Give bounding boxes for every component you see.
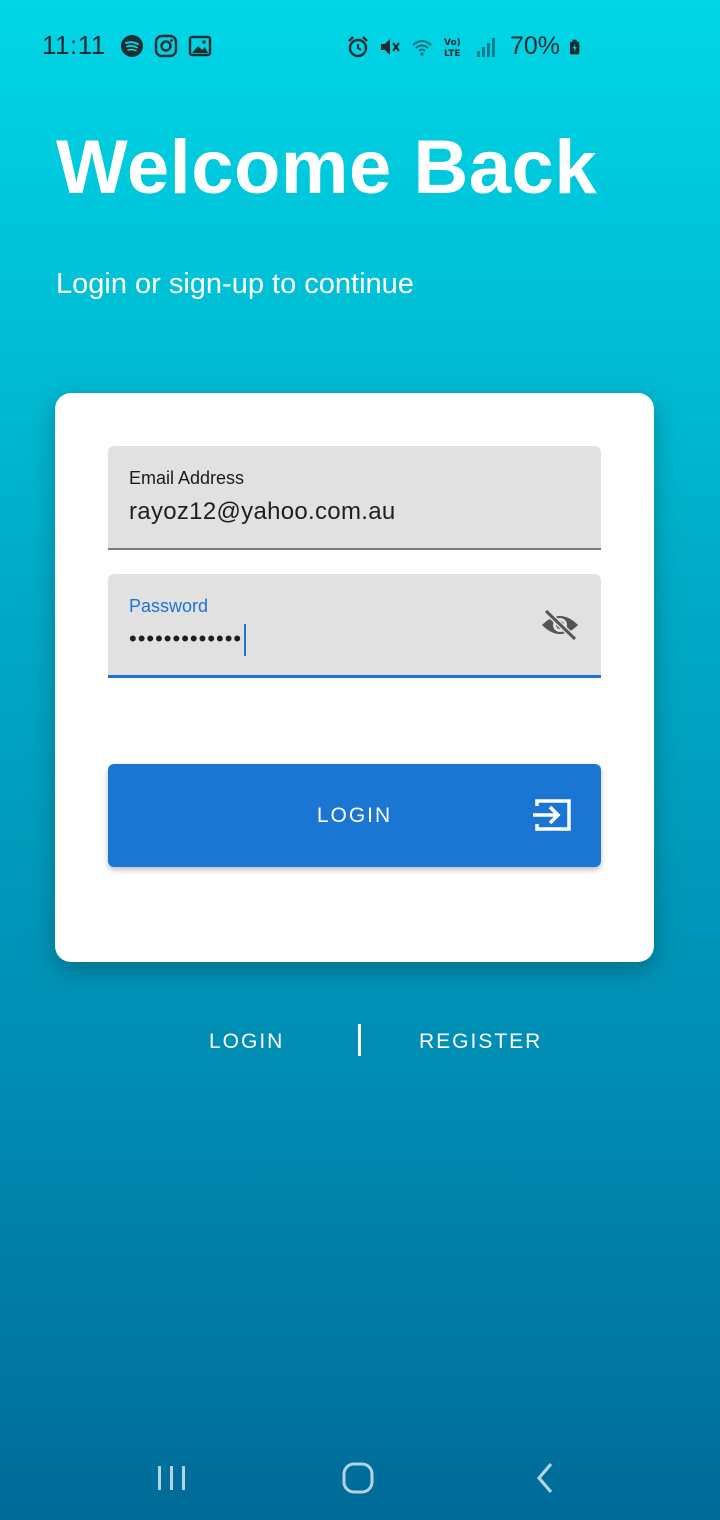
- recents-icon[interactable]: [150, 1456, 194, 1500]
- home-icon[interactable]: [336, 1456, 380, 1500]
- link-divider: [358, 1024, 361, 1056]
- register-link[interactable]: REGISTER: [419, 1030, 542, 1054]
- email-label: Email Address: [129, 468, 245, 488]
- login-arrow-icon: [533, 799, 571, 831]
- login-button-label: LOGIN: [316, 804, 393, 827]
- page-title: Welcome Back: [56, 125, 598, 210]
- auth-switcher: LOGIN REGISTER: [0, 1024, 720, 1064]
- svg-text:LTE: LTE: [444, 49, 461, 59]
- instagram-icon: [154, 34, 178, 58]
- status-icons-left: [120, 34, 212, 58]
- battery-charging-icon: [570, 39, 580, 54]
- status-bar: 11:11 Vo) LTE 70%: [0, 0, 720, 92]
- alarm-icon: [348, 35, 368, 57]
- volte-icon: Vo) LTE: [444, 38, 461, 59]
- login-card: Email Address rayoz12@yahoo.com.au Passw…: [55, 393, 654, 962]
- signal-icon: [477, 37, 495, 57]
- password-input[interactable]: •••••••••••••: [129, 624, 247, 656]
- email-input[interactable]: rayoz12@yahoo.com.au: [129, 498, 396, 526]
- svg-text:Vo): Vo): [444, 38, 461, 48]
- password-field[interactable]: Password •••••••••••••: [108, 574, 601, 678]
- status-icons-right: Vo) LTE 70%: [346, 32, 584, 61]
- password-label: Password: [129, 596, 209, 616]
- status-time: 11:11: [42, 30, 106, 60]
- login-button[interactable]: LOGIN: [108, 764, 601, 867]
- page-subtitle: Login or sign-up to continue: [56, 268, 414, 300]
- navigation-bar: [0, 1440, 720, 1520]
- login-link[interactable]: LOGIN: [209, 1030, 284, 1054]
- password-masked-value: •••••••••••••: [129, 625, 243, 651]
- email-field[interactable]: Email Address rayoz12@yahoo.com.au: [108, 446, 601, 550]
- mute-icon: [381, 38, 400, 55]
- battery-percentage: 70%: [510, 32, 561, 60]
- spotify-icon: [121, 35, 143, 57]
- visibility-off-icon[interactable]: [539, 607, 581, 643]
- gallery-icon: [188, 35, 212, 57]
- text-cursor: [244, 624, 247, 656]
- wifi-4g-icon: [412, 39, 432, 56]
- back-icon[interactable]: [524, 1456, 568, 1500]
